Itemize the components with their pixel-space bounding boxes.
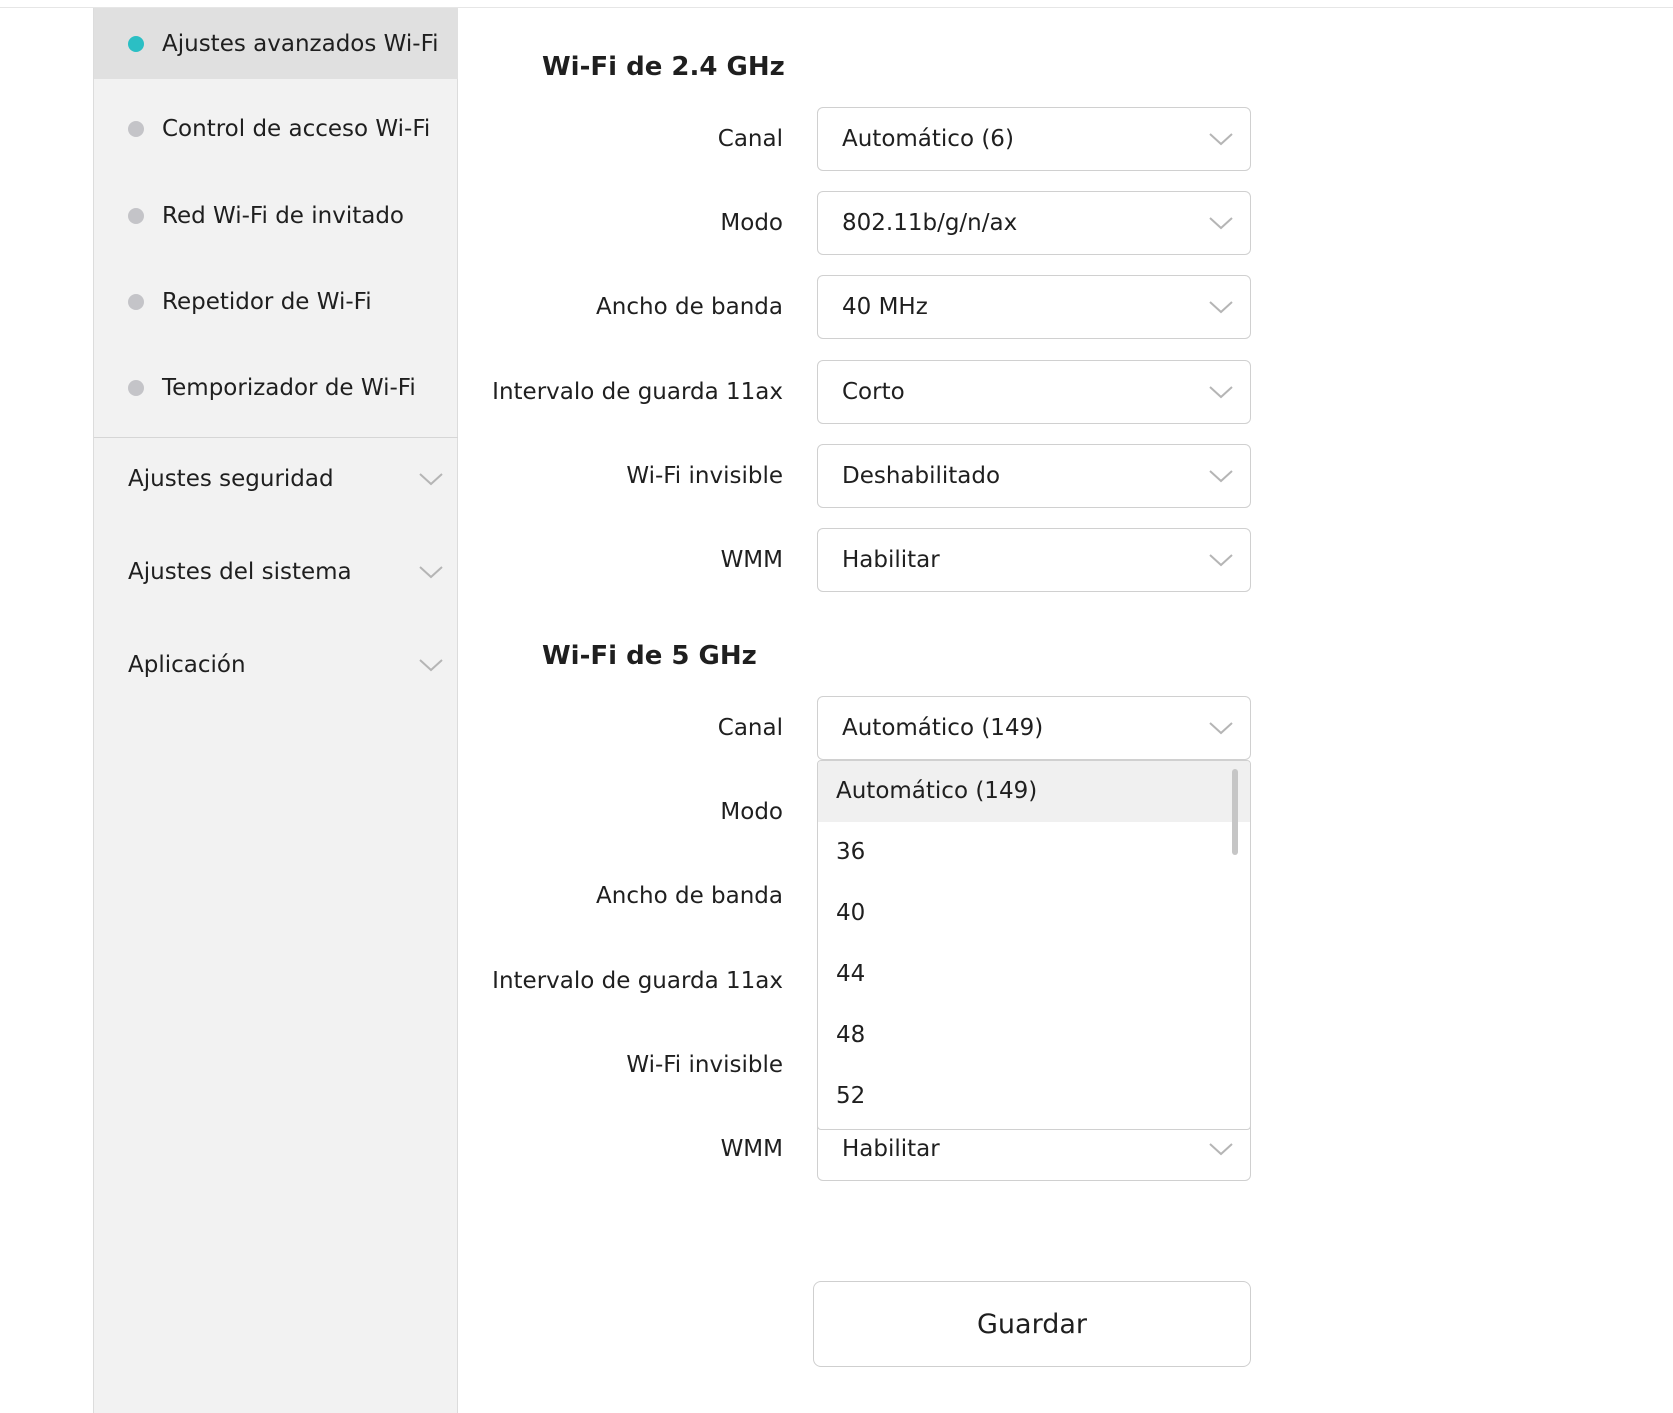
sidebar-item-red-wifi-invitado[interactable]: Red Wi-Fi de invitado [94,180,458,251]
sidebar-item-label: Temporizador de Wi-Fi [162,374,416,401]
field-label-modo-5: Modo [720,799,783,825]
sidebar-group-aplicacion[interactable]: Aplicación [94,635,458,695]
chevron-down-icon [1209,722,1233,735]
chevron-down-icon [1209,470,1233,483]
chevron-down-icon [1209,133,1233,146]
field-label-ancho-banda-5: Ancho de banda [596,883,783,909]
section-title-5ghz: Wi-Fi de 5 GHz [542,641,757,671]
select-value: Automático (6) [842,126,1014,152]
chevron-down-icon [1209,217,1233,230]
select-value: 40 MHz [842,294,928,320]
chevron-down-icon [419,659,443,672]
select-wmm-24[interactable]: Habilitar [817,528,1251,592]
select-value: Corto [842,379,905,405]
select-ancho-banda-24[interactable]: 40 MHz [817,275,1251,339]
chevron-down-icon [1209,1143,1233,1156]
select-canal-5[interactable]: Automático (149) [817,696,1251,760]
dot-icon [128,293,144,310]
chevron-down-icon [1209,554,1233,567]
select-intervalo-guarda-24[interactable]: Corto [817,360,1251,424]
sidebar-group-ajustes-seguridad[interactable]: Ajustes seguridad [94,449,458,509]
dot-icon [128,120,144,137]
field-label-modo-24: Modo [720,210,783,236]
field-label-canal-5: Canal [717,715,783,741]
chevron-down-icon [1209,301,1233,314]
sidebar-item-ajustes-avanzados-wifi[interactable]: Ajustes avanzados Wi-Fi [94,8,458,79]
select-value: Habilitar [842,1136,940,1162]
field-label-wifi-invisible-24: Wi-Fi invisible [626,463,783,489]
sidebar-item-label: Repetidor de Wi-Fi [162,288,372,315]
sidebar-item-temporizador-wifi[interactable]: Temporizador de Wi-Fi [94,352,458,423]
dropdown-option[interactable]: 44 [818,944,1250,1005]
field-label-wmm-24: WMM [720,547,783,573]
sidebar-group-ajustes-sistema[interactable]: Ajustes del sistema [94,542,458,602]
select-value: Automático (149) [842,715,1044,741]
sidebar-group-label: Aplicación [128,652,246,678]
sidebar-item-label: Control de acceso Wi-Fi [162,115,431,142]
sidebar-item-repetidor-wifi[interactable]: Repetidor de Wi-Fi [94,266,458,337]
sidebar-group-label: Ajustes seguridad [128,466,334,492]
chevron-down-icon [419,566,443,579]
sidebar-group-label: Ajustes del sistema [128,559,352,585]
field-label-intervalo-guarda-5: Intervalo de guarda 11ax [492,968,783,994]
save-button[interactable]: Guardar [813,1281,1251,1367]
sidebar: Ajustes avanzados Wi-Fi Control de acces… [93,8,458,1413]
chevron-down-icon [419,473,443,486]
dropdown-option[interactable]: Automático (149) [818,761,1250,822]
select-canal-24[interactable]: Automático (6) [817,107,1251,171]
dropdown-option[interactable]: 48 [818,1005,1250,1066]
dropdown-option[interactable]: 52 [818,1066,1250,1127]
select-value: Deshabilitado [842,463,1001,489]
sidebar-item-label: Ajustes avanzados Wi-Fi [162,30,439,57]
sidebar-item-control-acceso-wifi[interactable]: Control de acceso Wi-Fi [94,93,458,164]
section-title-2-4ghz: Wi-Fi de 2.4 GHz [542,52,785,82]
dropdown-scrollbar[interactable] [1232,769,1238,855]
field-label-wifi-invisible-5: Wi-Fi invisible [626,1052,783,1078]
select-wifi-invisible-24[interactable]: Deshabilitado [817,444,1251,508]
dot-icon [128,207,144,224]
sidebar-item-label: Red Wi-Fi de invitado [162,202,405,229]
active-dot-icon [128,35,144,52]
canal-5-dropdown-list: Automático (149) 36 40 44 48 52 [817,760,1251,1130]
field-label-ancho-banda-24: Ancho de banda [596,294,783,320]
select-value: 802.11b/g/n/ax [842,210,1018,236]
select-modo-24[interactable]: 802.11b/g/n/ax [817,191,1251,255]
sidebar-divider [94,437,458,438]
field-label-canal-24: Canal [717,126,783,152]
dropdown-option[interactable]: 36 [818,822,1250,883]
field-label-wmm-5: WMM [720,1136,783,1162]
chevron-down-icon [1209,386,1233,399]
field-label-intervalo-guarda-24: Intervalo de guarda 11ax [492,379,783,405]
select-value: Habilitar [842,547,940,573]
dropdown-option[interactable]: 40 [818,883,1250,944]
dot-icon [128,379,144,396]
